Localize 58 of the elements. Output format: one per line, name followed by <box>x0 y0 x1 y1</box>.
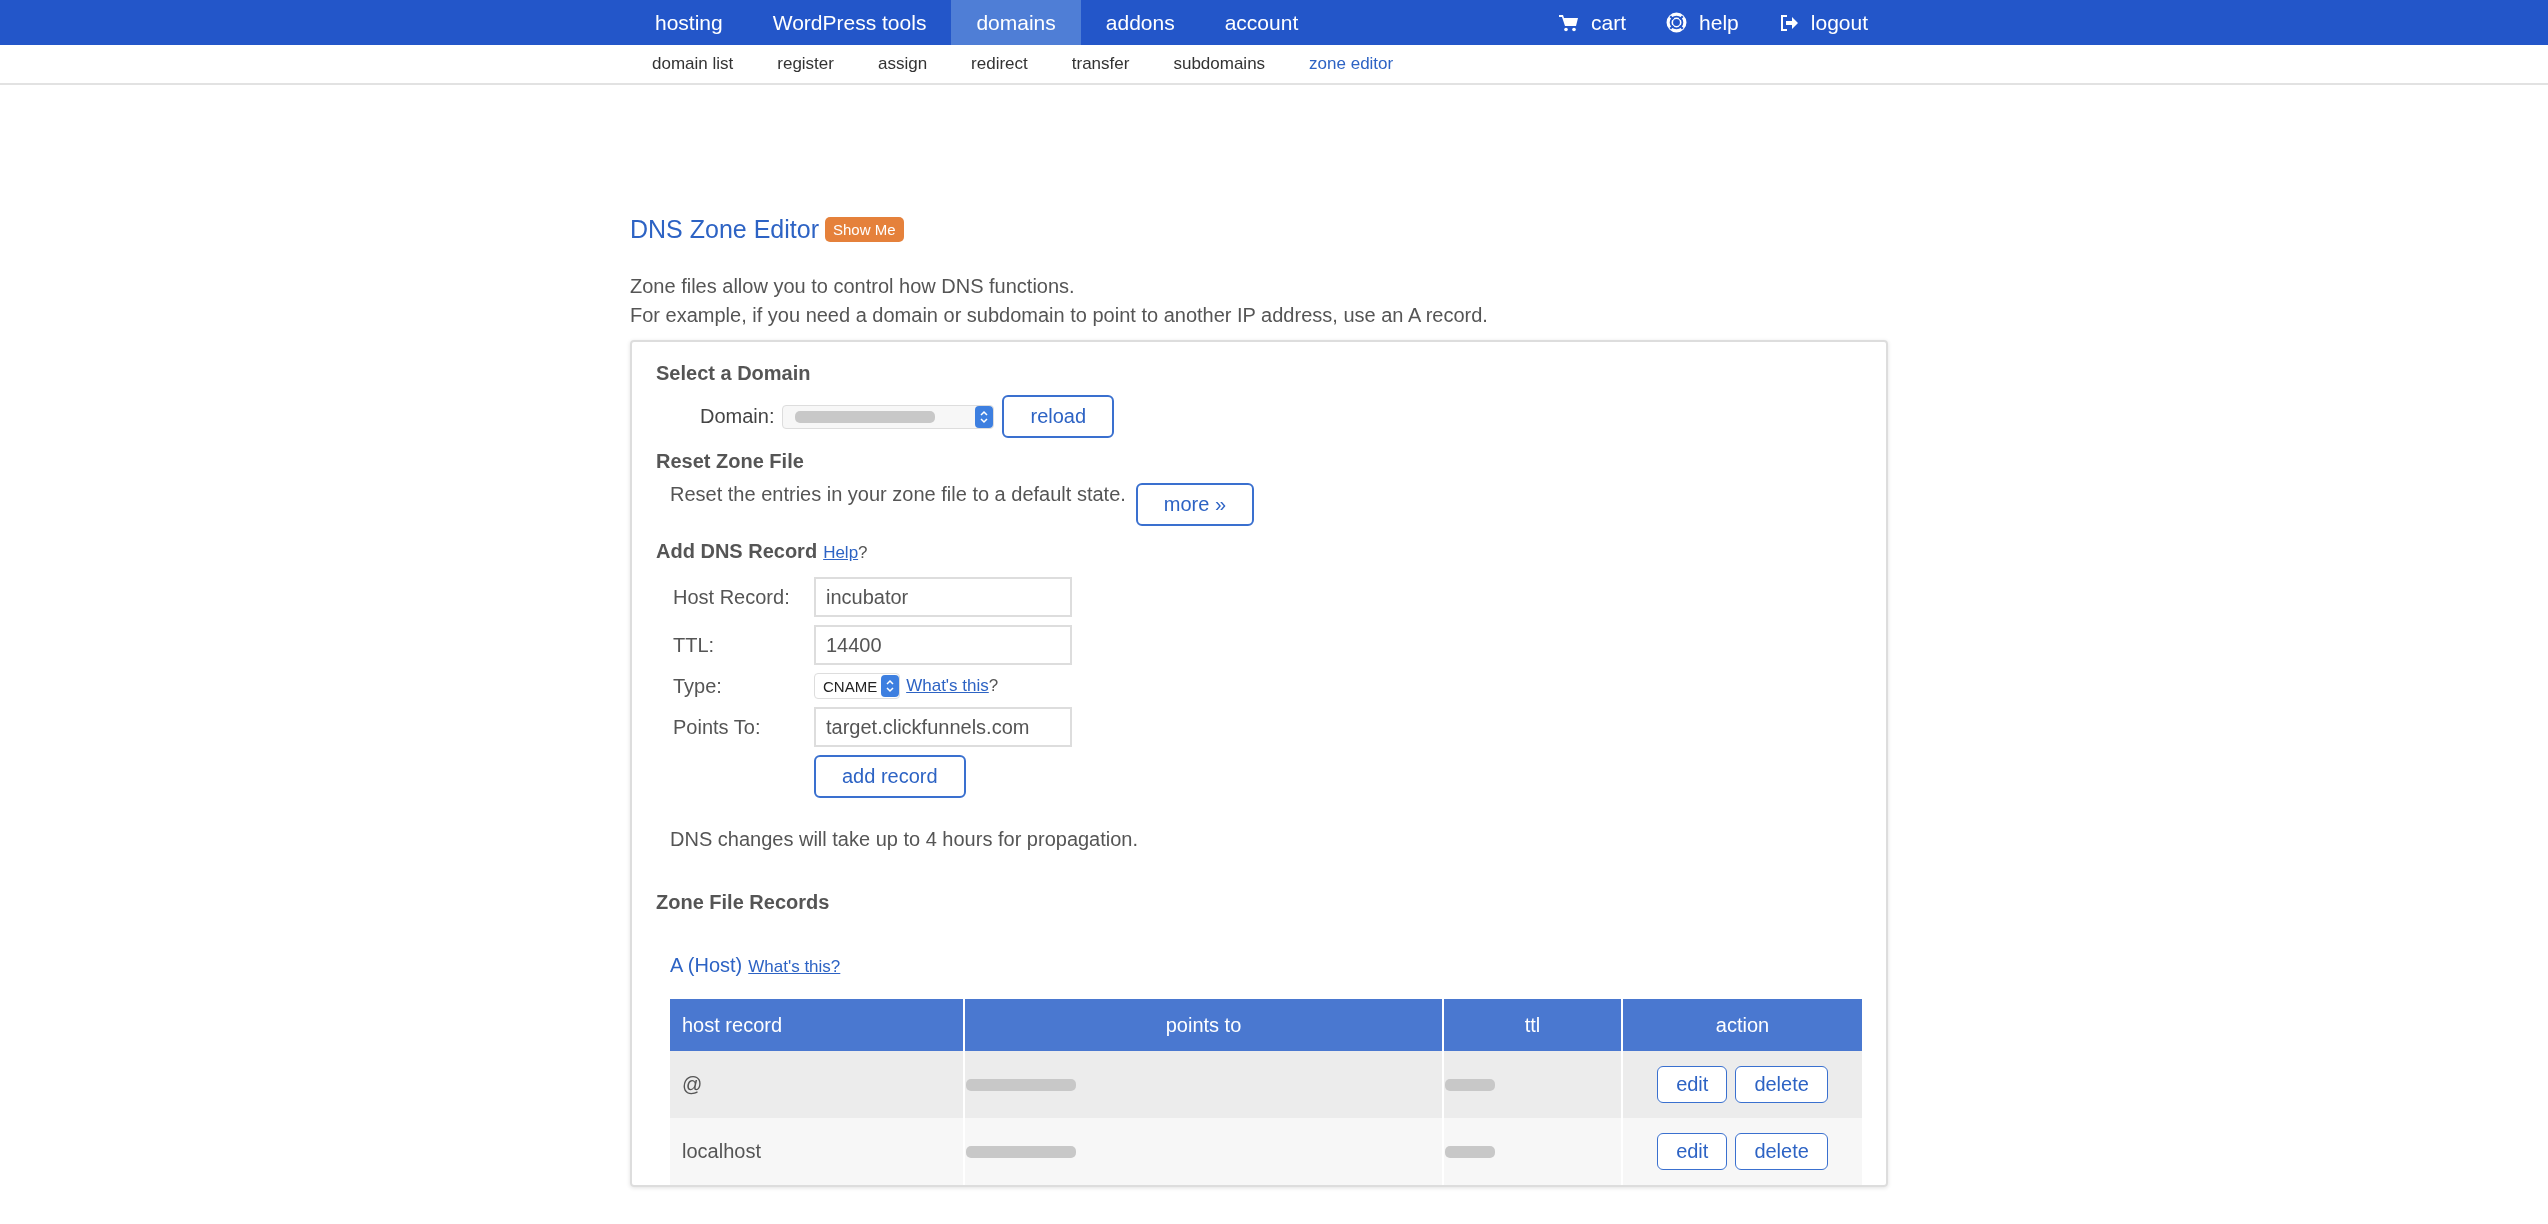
domain-select[interactable] <box>782 404 995 429</box>
nav-tab[interactable]: account <box>1199 0 1324 45</box>
nav-tab[interactable]: domains <box>951 0 1081 45</box>
more-button[interactable]: more » <box>1135 483 1255 526</box>
record-type-title: A (Host) <box>670 954 743 977</box>
propagation-note: DNS changes will take up to 4 hours for propagation. <box>670 828 1140 851</box>
section-heading: Zone File Records <box>656 891 831 914</box>
nav-tab[interactable]: hosting <box>630 0 748 45</box>
dropdown-icon <box>881 675 900 697</box>
whats-this-link[interactable]: What's this <box>906 676 989 695</box>
column-header: points to <box>964 999 1443 1051</box>
nav-link[interactable]: cart <box>1539 0 1647 45</box>
field-label: Points To: <box>673 715 762 739</box>
logout-icon <box>1778 13 1799 32</box>
help-link[interactable]: Help <box>823 543 859 562</box>
nav-link[interactable]: logout <box>1758 0 1888 45</box>
column-header: host record <box>670 999 964 1051</box>
subnav-link[interactable]: redirect <box>949 45 1050 83</box>
intro-text: For example, if you need a domain or subdomain to point to another IP address, use an A record. <box>630 303 1489 328</box>
whats-this-link[interactable]: What's this? <box>748 957 841 977</box>
input-field[interactable]: target.clickfunnels.com <box>814 707 1072 747</box>
table-cell: localhost <box>670 1118 964 1185</box>
cart-icon <box>1559 13 1580 32</box>
reload-button[interactable]: reload <box>1002 395 1115 438</box>
action-button[interactable]: edit <box>1657 1066 1728 1103</box>
subnav-link[interactable]: zone editor <box>1287 45 1416 83</box>
subnav-link[interactable]: register <box>755 45 856 83</box>
question-mark: ? <box>858 543 868 562</box>
nav-link[interactable]: help <box>1646 0 1759 45</box>
input-field[interactable]: incubator <box>814 577 1072 617</box>
dropdown-icon <box>975 405 994 428</box>
intro-text: Zone files allow you to control how DNS functions. <box>630 274 1076 299</box>
add-record-button[interactable]: add record <box>814 755 966 798</box>
nav-tab[interactable]: WordPress tools <box>747 0 952 45</box>
subnav-link[interactable]: domain list <box>630 45 756 83</box>
subnav-link[interactable]: transfer <box>1049 45 1152 83</box>
subnav-link[interactable]: assign <box>855 45 950 83</box>
field-label: TTL: <box>673 633 716 657</box>
type-select[interactable]: CNAME <box>814 673 901 699</box>
question-mark: ? <box>988 676 999 695</box>
table-cell: @ <box>670 1051 964 1118</box>
help-icon <box>1666 12 1688 33</box>
section-heading: Add DNS Record <box>656 540 818 563</box>
field-label: Host Record: <box>673 585 791 609</box>
action-button[interactable]: delete <box>1735 1133 1828 1170</box>
action-button[interactable]: delete <box>1735 1066 1828 1103</box>
field-label: Domain: <box>700 405 775 428</box>
section-heading: Reset Zone File <box>656 450 805 473</box>
input-field[interactable]: 14400 <box>814 625 1072 665</box>
page-title: DNS Zone Editor <box>630 215 819 244</box>
nav-tab[interactable]: addons <box>1080 0 1200 45</box>
column-header: action <box>1622 999 1862 1051</box>
field-label: Type: <box>673 674 723 698</box>
subnav-link[interactable]: subdomains <box>1151 45 1288 83</box>
section-heading: Select a Domain <box>656 362 812 385</box>
action-button[interactable]: edit <box>1657 1133 1728 1170</box>
reset-text: Reset the entries in your zone file to a default state. <box>670 483 1126 506</box>
column-header: ttl <box>1443 999 1622 1051</box>
